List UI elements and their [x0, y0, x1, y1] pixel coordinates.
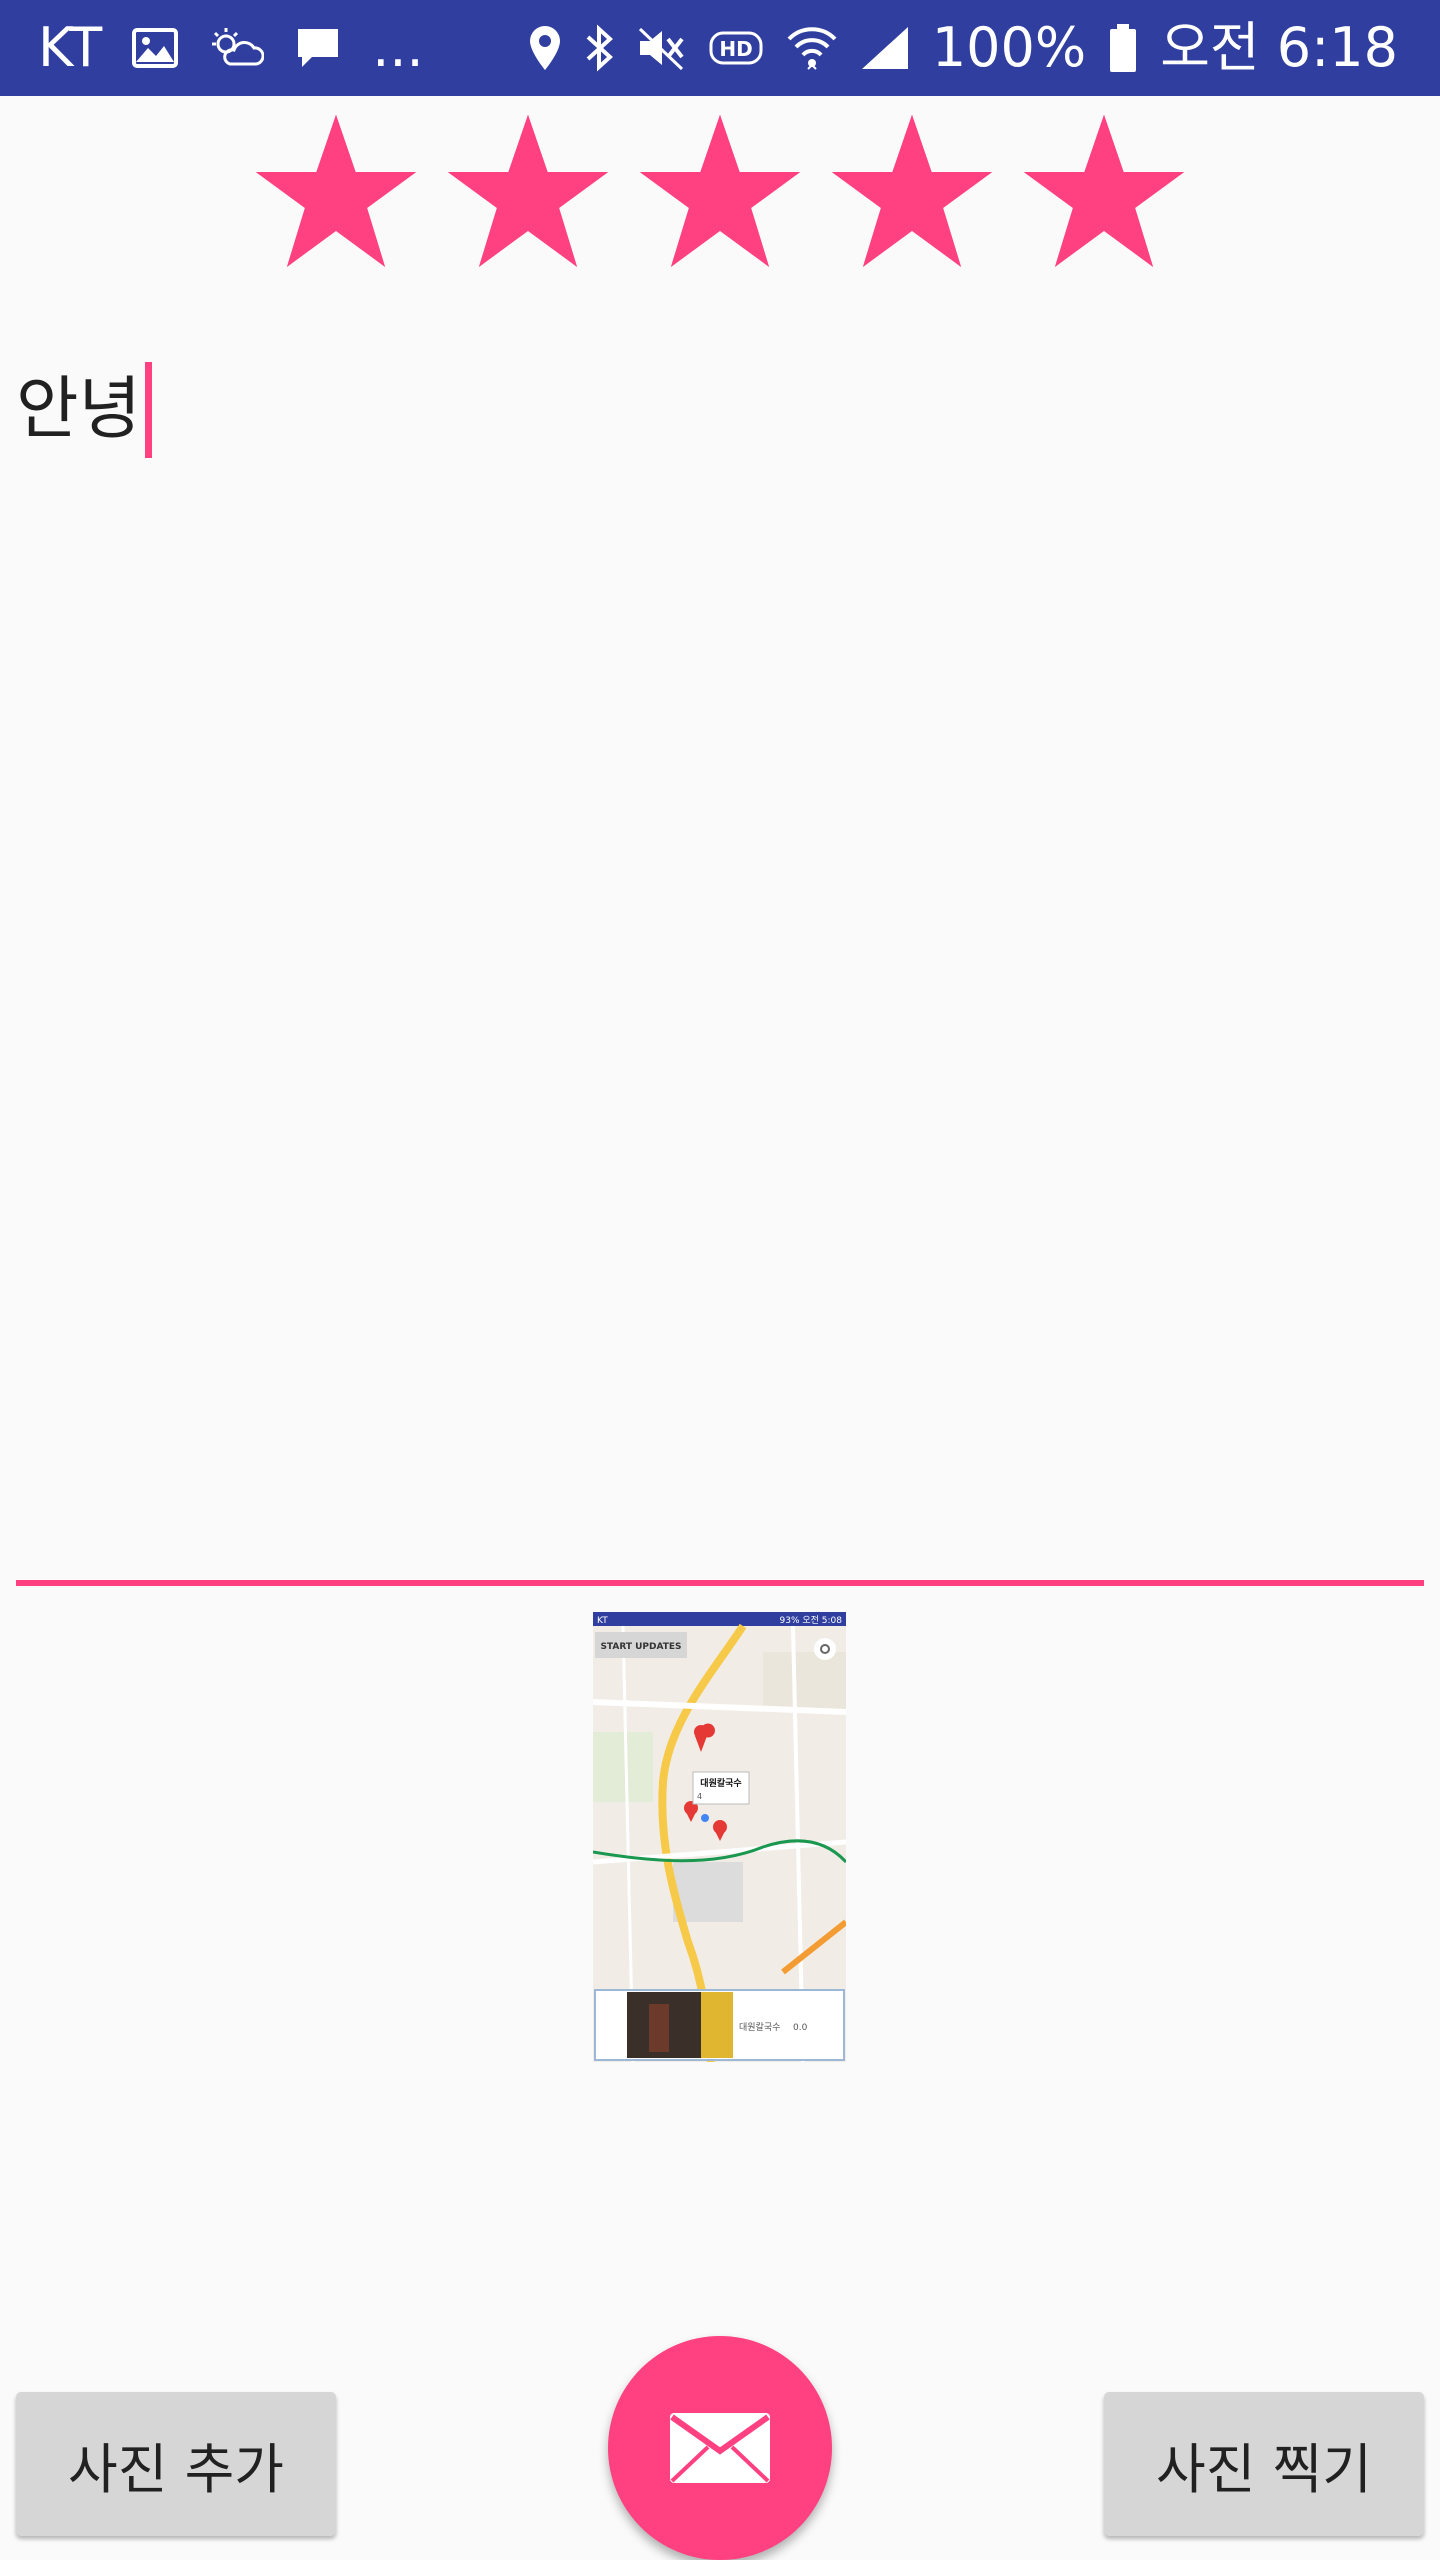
star-icon[interactable]	[1022, 110, 1186, 270]
review-text-value: 안녕	[16, 370, 142, 449]
star-icon[interactable]	[638, 110, 802, 270]
review-text-input[interactable]: 안녕	[16, 350, 1424, 1586]
battery-icon	[1108, 22, 1138, 74]
hd-icon: HD	[708, 27, 764, 69]
thumb-card-rating: 0.0	[793, 2023, 808, 2033]
rating-bar[interactable]	[254, 110, 1186, 270]
star-icon[interactable]	[254, 110, 418, 270]
thumb-status-time: 93% 오전 5:08	[780, 1615, 843, 1626]
add-photo-button[interactable]: 사진 추가	[16, 2392, 336, 2536]
thumb-popup-title: 대원칼국수	[700, 1777, 741, 1789]
status-bar: KT ... HD 100% 오전 6:18	[0, 0, 1440, 96]
overflow-indicator: ...	[372, 16, 424, 79]
review-text-content: 안녕	[16, 360, 153, 460]
signal-icon	[860, 25, 910, 71]
image-icon	[132, 28, 179, 68]
bluetooth-icon	[584, 23, 614, 73]
location-icon	[528, 24, 562, 72]
mute-icon	[636, 25, 686, 71]
thumb-popup-sub: 4	[697, 1792, 702, 1801]
thumb-status-carrier: KT	[597, 1616, 608, 1626]
status-bar-right: HD 100% 오전 6:18	[528, 0, 1398, 96]
clock: 오전 6:18	[1160, 16, 1398, 79]
thumb-start-updates: START UPDATES	[600, 1642, 681, 1652]
mail-icon	[670, 2413, 770, 2483]
weather-icon	[208, 26, 265, 70]
star-icon[interactable]	[830, 110, 994, 270]
carrier-label: KT	[38, 16, 103, 79]
svg-text:HD: HD	[719, 37, 752, 61]
battery-percent: 100%	[931, 16, 1087, 79]
text-cursor	[145, 362, 153, 458]
attached-photo-thumbnail[interactable]: KT 93% 오전 5:08 START UPDATES 대원칼국수 4 대원칼…	[593, 1612, 846, 2062]
take-photo-button[interactable]: 사진 찍기	[1104, 2392, 1424, 2536]
send-fab-button[interactable]	[608, 2336, 832, 2560]
message-icon	[294, 25, 342, 71]
status-bar-left: KT ...	[38, 0, 424, 96]
star-icon[interactable]	[446, 110, 610, 270]
map-screenshot-image: KT 93% 오전 5:08 START UPDATES 대원칼국수 4 대원칼…	[593, 1612, 846, 2062]
wifi-icon	[786, 23, 838, 73]
thumb-card-name: 대원칼국수	[739, 2022, 780, 2033]
